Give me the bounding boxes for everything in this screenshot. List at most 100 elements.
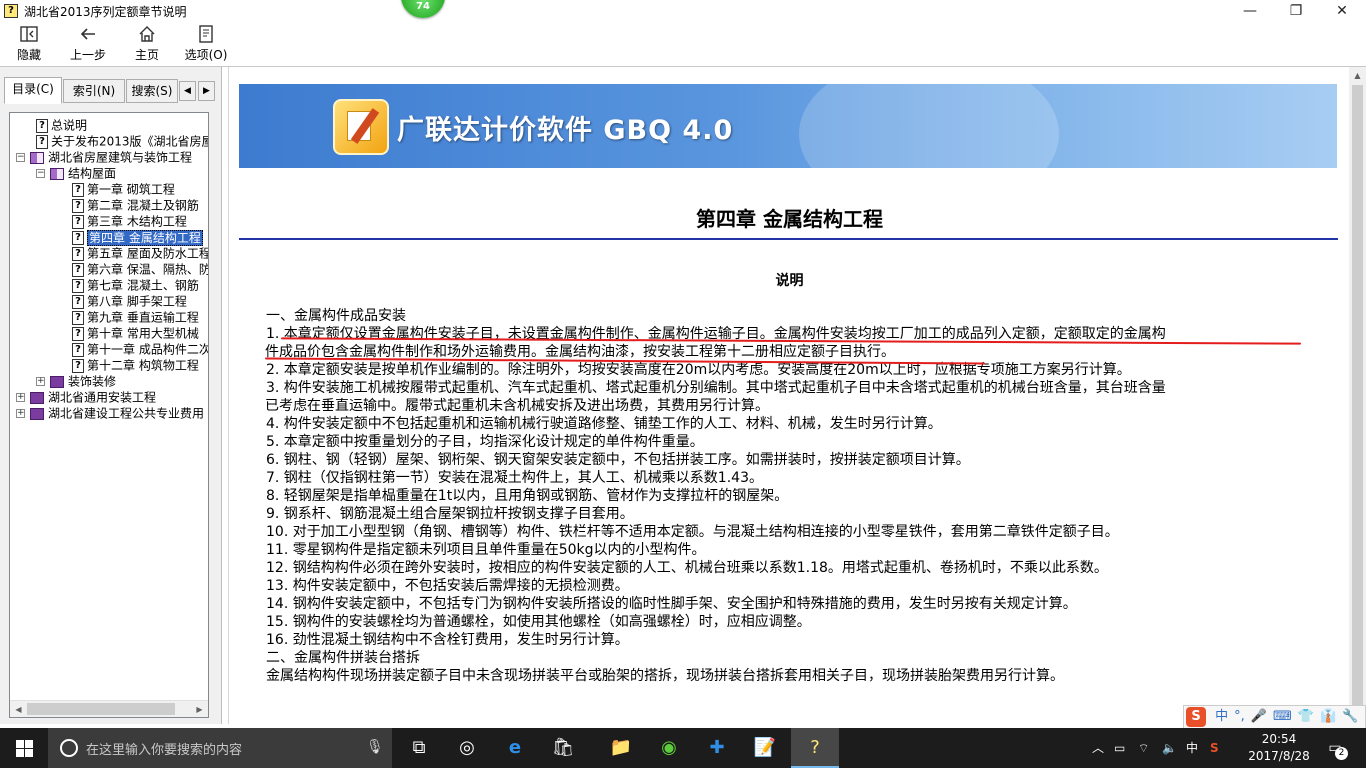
battery-icon[interactable]: ▭ (1114, 728, 1125, 768)
cortana-icon (60, 739, 78, 757)
taskbar-app-blue-icon[interactable]: ✚ (693, 728, 741, 768)
tree-item[interactable]: ? 总说明 (36, 117, 87, 133)
help-page-icon: ? (72, 230, 84, 245)
tab-search[interactable]: 搜索(S) (126, 79, 178, 103)
help-page-icon: ? (72, 198, 84, 213)
tree-item-label: 第七章 混凝土、钢筋 (87, 278, 199, 293)
taskbar-app-notepad-icon[interactable]: 📝 (741, 728, 789, 768)
store-icon[interactable]: 🛍 (539, 728, 587, 768)
tree-item[interactable]: + 湖北省通用安装工程 (16, 389, 156, 405)
tab-index[interactable]: 索引(N) (63, 79, 125, 103)
scroll-right-arrow-icon[interactable]: ▶ (191, 701, 208, 717)
document-line: 一、金属构件成品安装 (266, 308, 406, 324)
expand-icon[interactable]: + (16, 393, 25, 402)
contents-tree[interactable]: + 湖北省建设工程公共专业费用 + 湖北省通用安装工程 + 装饰装修? 第十二章 构筑物工程… (9, 112, 209, 718)
tree-item[interactable]: ? 第六章 保温、隔热、防 (72, 261, 208, 277)
tree-item[interactable]: ? 第十一章 成品构件二次 (72, 341, 208, 357)
clock-date: 2017/8/28 (1248, 749, 1310, 763)
tree-item[interactable]: ? 第十二章 构筑物工程 (72, 357, 199, 373)
sogou-logo-icon[interactable]: S (1186, 707, 1206, 727)
tree-item[interactable]: ? 第二章 混凝土及钢筋 (72, 197, 199, 213)
collapse-icon[interactable]: − (16, 153, 25, 162)
microphone-icon[interactable]: 🎙 (366, 739, 384, 755)
help-page-icon: ? (36, 118, 48, 133)
scroll-thumb[interactable] (27, 703, 175, 715)
ime-voice-icon[interactable]: 🎤 (1251, 706, 1267, 728)
taskbar: 在这里输入你要搜索的内容 🎙 ⧉ ◎ e 🛍 📁 ◉ ✚ 📝 ? ︿ ▭ ⌔ 🔈… (0, 728, 1366, 768)
volume-icon[interactable]: 🔈 (1162, 728, 1177, 768)
tree-item[interactable]: + 装饰装修 (36, 373, 116, 389)
document-line: 15. 钢构件的安装螺栓均为普通螺栓，如使用其他螺栓（如高强螺栓）时，应相应调整… (266, 614, 811, 630)
document-line: 16. 劲性混凝土钢结构中不含栓钉费用，发生时另行计算。 (266, 632, 629, 648)
navigation-pane: 目录(C) 索引(N) 搜索(S) ◀ ▶ + 湖北省建设工程公共专业费用 + 湖北省… (0, 67, 222, 724)
tray-overflow-icon[interactable]: ︿ (1092, 728, 1104, 768)
help-page-icon: ? (72, 262, 84, 277)
tab-scroll-right-icon[interactable]: ▶ (198, 81, 215, 101)
document-line: 7. 钢柱（仅指钢柱第一节）安装在混凝土构件上，其人工、机械乘以系数1.43。 (266, 470, 763, 486)
tree-item[interactable]: − 湖北省房屋建筑与装饰工程 (16, 149, 192, 165)
ime-chinese-mode[interactable]: 中 (1215, 706, 1228, 728)
document-line: 二、金属构件拼装台搭拆 (266, 650, 420, 666)
content-vertical-scrollbar[interactable]: ▲ ▼ (1349, 67, 1366, 724)
hide-button[interactable]: 隐藏 (11, 24, 47, 64)
document-body: 一、金属构件成品安装 1. 本章定额仅设置金属构件安装子目，未设置金属构件制作、金… (265, 307, 1306, 685)
scroll-thumb[interactable] (1352, 85, 1363, 715)
ime-keyboard-icon[interactable]: ⌨ (1273, 706, 1292, 728)
home-button[interactable]: 主页 (131, 24, 163, 64)
tree-item[interactable]: ? 第七章 混凝土、钢筋 (72, 277, 199, 293)
scroll-left-arrow-icon[interactable]: ◀ (10, 701, 27, 717)
tree-item[interactable]: ? 第四章 金属结构工程 (72, 229, 203, 246)
tree-horizontal-scrollbar[interactable]: ◀ ▶ (10, 700, 208, 717)
tab-scroll-left-icon[interactable]: ◀ (179, 81, 196, 101)
tree-item[interactable]: ? 第九章 垂直运输工程 (72, 309, 199, 325)
maximize-button[interactable]: ❐ (1273, 0, 1319, 22)
start-button[interactable] (0, 728, 48, 768)
ime-punctuation-icon[interactable]: °, (1234, 706, 1245, 728)
tree-item-label: 第一章 砌筑工程 (87, 182, 175, 197)
file-explorer-icon[interactable]: 📁 (597, 728, 645, 768)
book-open-icon (50, 167, 64, 180)
tab-contents[interactable]: 目录(C) (4, 77, 62, 104)
taskbar-app-green-icon[interactable]: ◉ (645, 728, 693, 768)
windows-logo-icon (16, 740, 24, 748)
input-language[interactable]: 中 (1186, 728, 1198, 768)
close-button[interactable]: ✕ (1319, 0, 1365, 22)
document-line: 14. 钢构件安装定额中，不包括专门为钢构件安装所搭设的临时性脚手架、安全围护和… (266, 596, 1077, 612)
windows-logo-part (25, 749, 33, 757)
tree-item-label: 第九章 垂直运输工程 (87, 310, 199, 325)
taskbar-app-help-icon[interactable]: ? (791, 728, 839, 768)
taskbar-search[interactable]: 在这里输入你要搜索的内容 🎙 (48, 728, 392, 768)
banner-decoration (799, 84, 1059, 168)
ime-user-icon[interactable]: 👔 (1320, 706, 1336, 728)
ime-toolbar[interactable]: S 中 °, 🎤 ⌨ 👕 👔 🔧 (1183, 705, 1366, 729)
help-page-icon: ? (36, 134, 48, 149)
collapse-icon[interactable]: − (36, 169, 45, 178)
tree-item[interactable]: ? 关于发布2013版《湖北省房屋 (36, 133, 208, 149)
clock[interactable]: 20:54 2017/8/28 (1244, 731, 1314, 765)
sogou-tray-icon[interactable]: S (1210, 728, 1219, 768)
options-button[interactable]: 选项(O) (183, 24, 229, 64)
taskbar-app-spiral-icon[interactable]: ◎ (443, 728, 491, 768)
scroll-up-arrow-icon[interactable]: ▲ (1349, 67, 1366, 84)
document-line: 3. 构件安装施工机械按履带式起重机、汽车式起重机、塔式起重机分别编制。其中塔式… (266, 380, 1166, 396)
expand-icon[interactable]: + (36, 377, 45, 386)
document-line: 13. 构件安装定额中，不包括安装后需焊接的无损检测费。 (266, 578, 629, 594)
ime-skin-icon[interactable]: 👕 (1298, 706, 1314, 728)
content-pane: 广联达计价软件 GBQ 4.0 第四章 金属结构工程 说明 一、金属构件成品安装… (228, 67, 1349, 724)
tree-item[interactable]: ? 第八章 脚手架工程 (72, 293, 187, 309)
tree-item[interactable]: ? 第三章 木结构工程 (72, 213, 187, 229)
task-view-icon[interactable]: ⧉ (395, 728, 443, 768)
edge-browser-icon[interactable]: e (491, 728, 539, 768)
back-button[interactable]: 上一步 (66, 24, 110, 64)
tree-item[interactable]: − 结构屋面 (36, 165, 116, 181)
tree-item[interactable]: + 湖北省建设工程公共专业费用 (16, 405, 204, 421)
tree-item[interactable]: ? 第一章 砌筑工程 (72, 181, 175, 197)
tree-item[interactable]: ? 第十章 常用大型机械 (72, 325, 199, 341)
expand-icon[interactable]: + (16, 409, 25, 418)
tree-item-label: 第五章 屋面及防水工程 (87, 246, 209, 261)
action-center-icon[interactable]: ▭ 2 (1320, 734, 1350, 762)
ime-tools-icon[interactable]: 🔧 (1342, 706, 1358, 728)
minimize-button[interactable]: — (1227, 0, 1273, 22)
network-icon[interactable]: ⌔ (1138, 728, 1149, 768)
tree-item[interactable]: ? 第五章 屋面及防水工程 (72, 245, 209, 261)
